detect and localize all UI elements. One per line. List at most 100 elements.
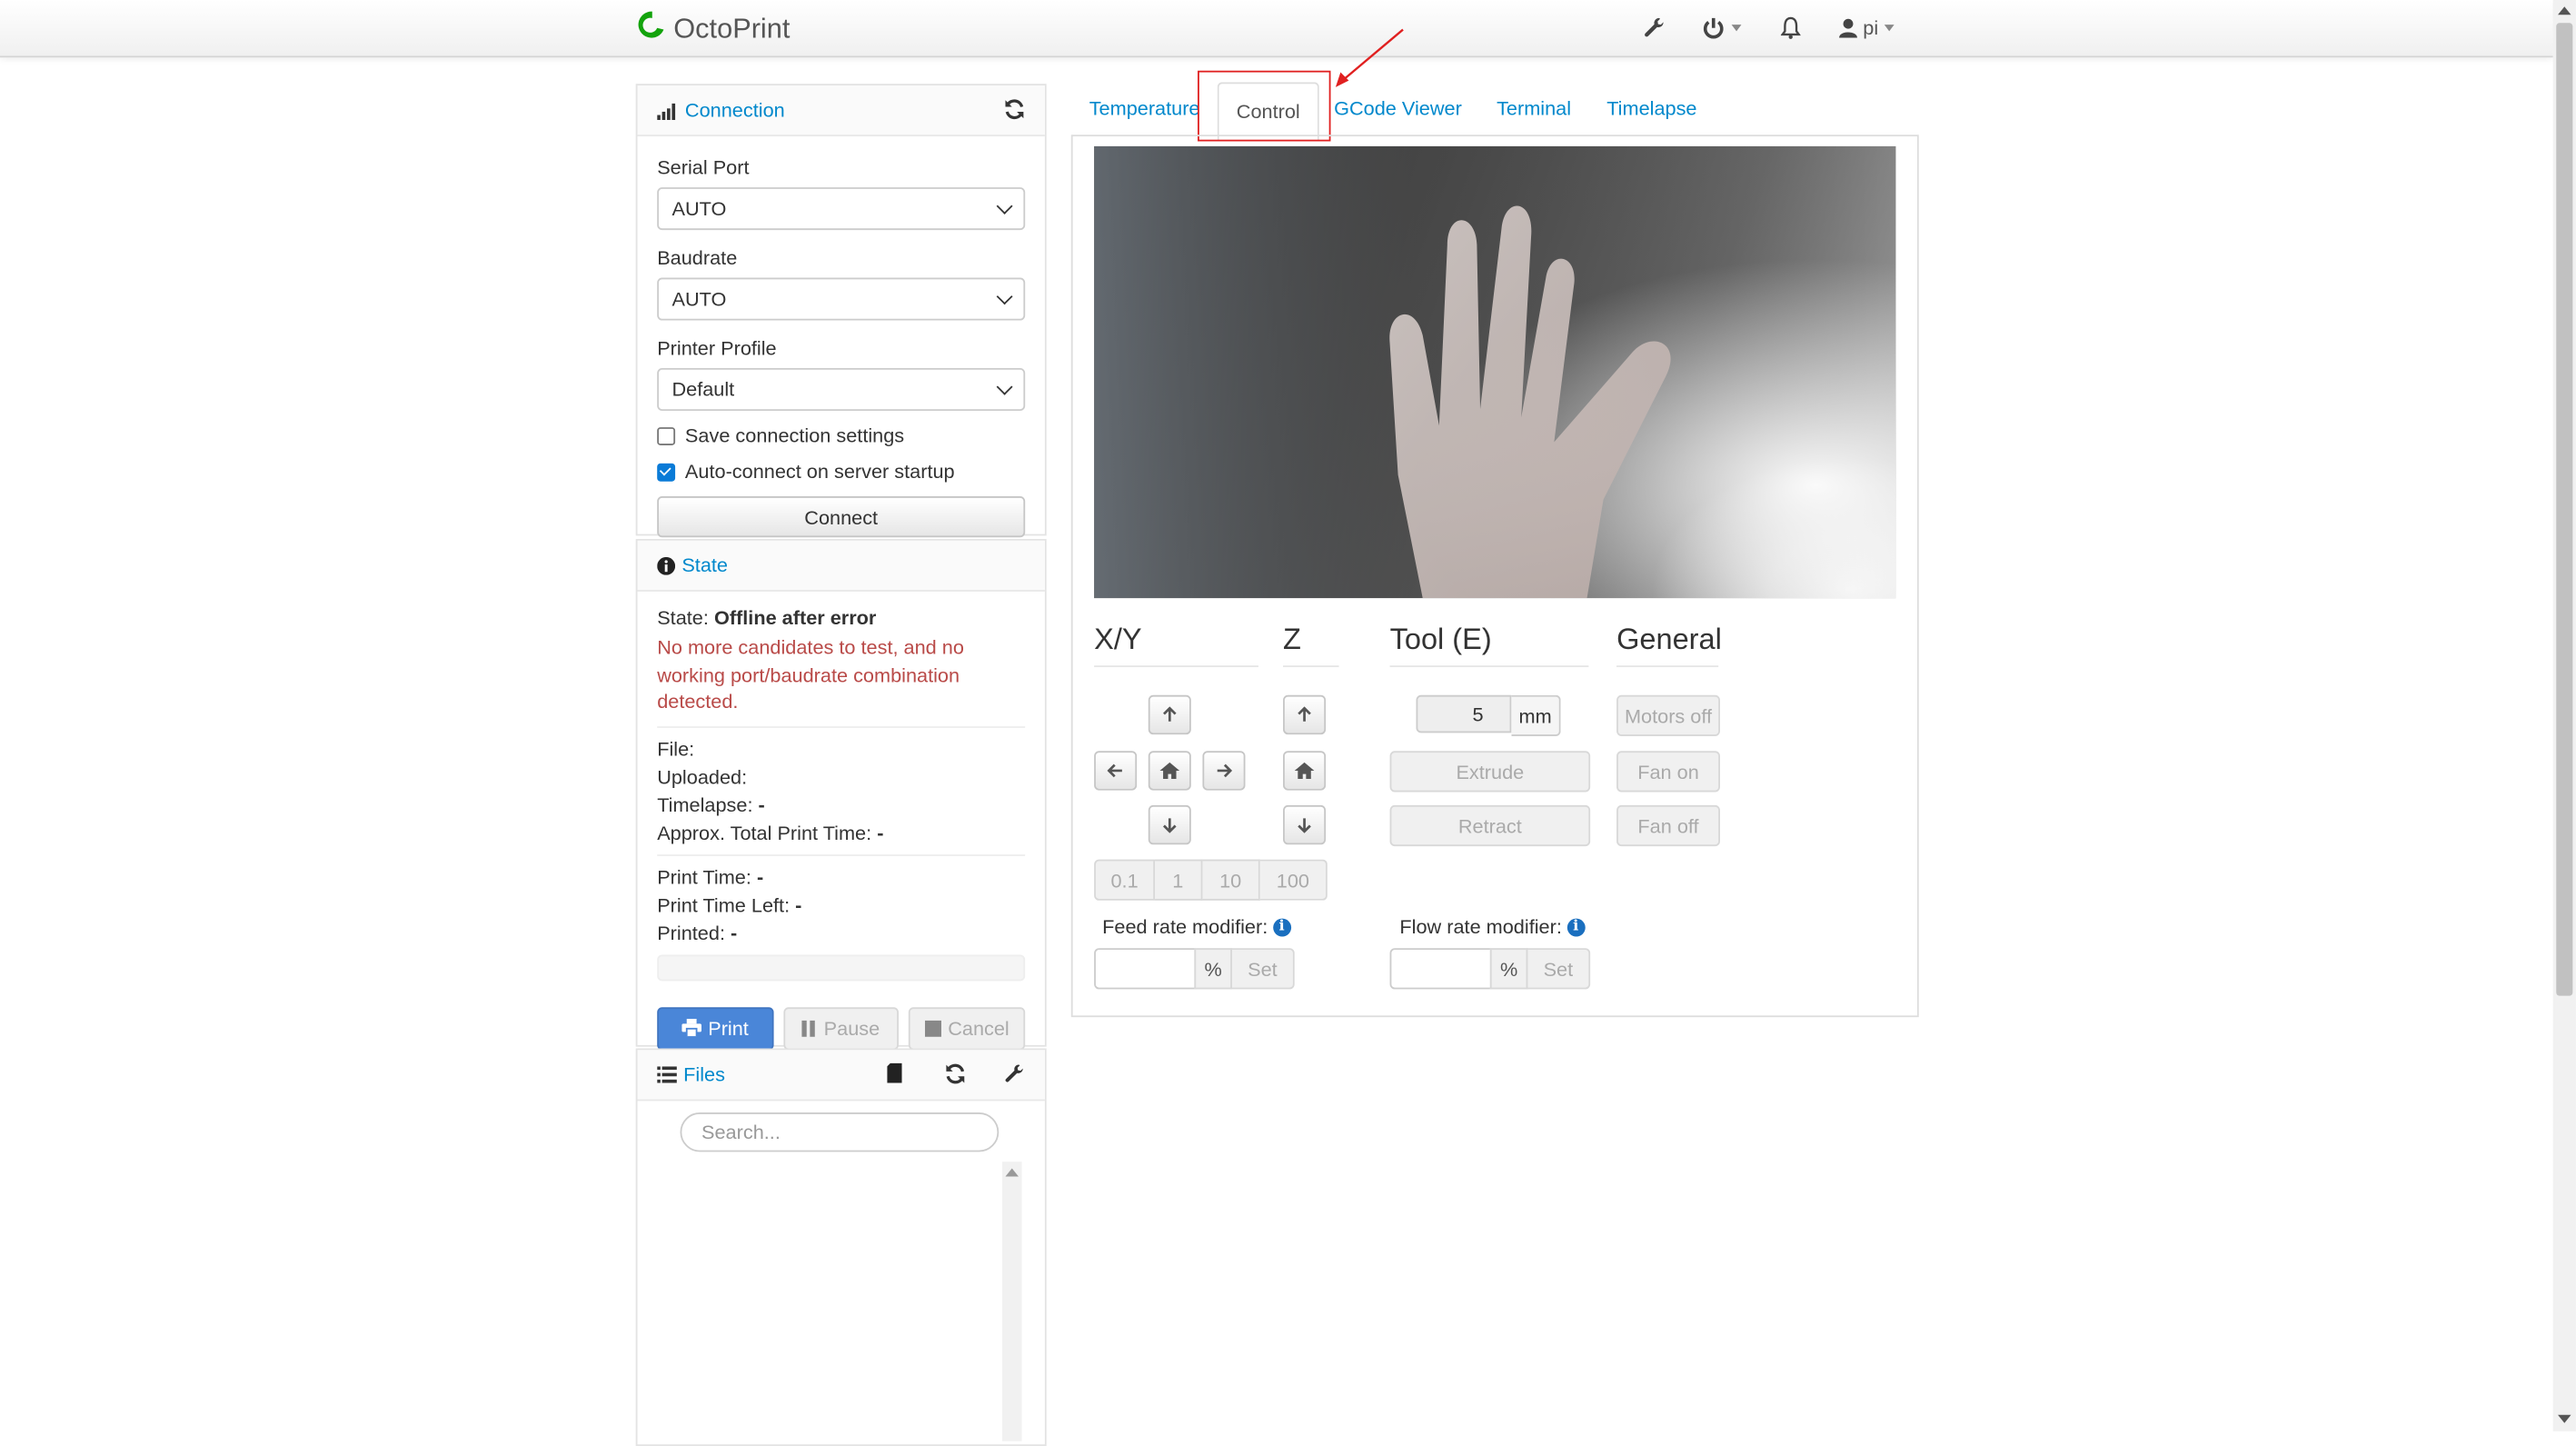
state-header[interactable]: State: [637, 540, 1045, 592]
timelapse-line: Timelapse: -: [657, 793, 765, 816]
connection-title: Connection: [684, 98, 785, 122]
user-menu[interactable]: pi: [1838, 0, 1895, 55]
list-icon: [657, 1066, 677, 1083]
annotation-arrow-icon: [1335, 28, 1404, 87]
home-z-button[interactable]: [1283, 751, 1327, 791]
baudrate-label: Baudrate: [657, 246, 738, 270]
printed-line: Printed: -: [657, 921, 738, 944]
xy-title: X/Y: [1094, 623, 1142, 656]
save-settings-checkbox[interactable]: [657, 426, 676, 445]
save-settings-label: Save connection settings: [684, 424, 905, 447]
files-search-input[interactable]: Search...: [680, 1112, 1000, 1152]
printer-profile-value: Default: [671, 377, 735, 402]
serial-port-label: Serial Port: [657, 155, 750, 180]
flow-rate-label: Flow rate modifier: i: [1399, 915, 1586, 938]
connect-button[interactable]: Connect: [657, 496, 1026, 538]
jog-y-minus-button[interactable]: [1148, 804, 1191, 845]
refresh-files-icon[interactable]: [945, 1063, 967, 1090]
tab-timelapse[interactable]: Timelapse: [1606, 97, 1696, 120]
settings-wrench-icon[interactable]: [1643, 0, 1666, 55]
print-button[interactable]: Print: [657, 1006, 773, 1050]
pause-icon: [802, 1019, 816, 1036]
serial-port-value: AUTO: [671, 196, 727, 221]
brand[interactable]: OctoPrint: [638, 10, 791, 48]
state-error-message: No more candidates to test, and no worki…: [657, 635, 964, 713]
files-search-placeholder: Search...: [701, 1121, 781, 1144]
info-circle-icon: [657, 556, 676, 574]
home-icon: [1294, 762, 1315, 779]
motors-off-button[interactable]: Motors off: [1616, 694, 1720, 736]
signal-icon: [657, 101, 679, 120]
print-time-line: Print Time: -: [657, 864, 764, 889]
flow-rate-percent: %: [1489, 948, 1528, 990]
refresh-icon[interactable]: [1004, 98, 1026, 125]
user-icon: [1839, 18, 1857, 38]
step-1-button[interactable]: 1: [1155, 859, 1203, 901]
page-scrollbar[interactable]: [2552, 0, 2576, 1431]
extrude-amount-input[interactable]: 5: [1416, 694, 1512, 733]
state-title: State: [681, 553, 729, 577]
home-xy-button[interactable]: [1148, 751, 1191, 791]
jog-x-plus-button[interactable]: [1202, 751, 1246, 791]
sd-card-icon[interactable]: [887, 1062, 902, 1088]
arrow-right-icon: [1217, 763, 1232, 778]
chevron-down-icon: [996, 197, 1013, 214]
arrow-left-icon: [1107, 763, 1122, 778]
info-icon[interactable]: i: [1566, 917, 1586, 936]
general-title: General: [1616, 623, 1722, 656]
autoconnect-label: Auto-connect on server startup: [684, 460, 955, 484]
info-icon[interactable]: i: [1272, 917, 1291, 936]
pause-button[interactable]: Pause: [782, 1006, 900, 1050]
chevron-down-icon: [996, 288, 1013, 305]
jog-z-minus-button[interactable]: [1283, 804, 1327, 845]
feed-rate-set-button[interactable]: Set: [1230, 948, 1295, 990]
files-panel: Files Search...: [635, 1048, 1047, 1446]
brand-name: OctoPrint: [673, 12, 791, 44]
printer-profile-select[interactable]: Default: [657, 367, 1026, 411]
chevron-down-icon: [996, 378, 1013, 395]
user-name: pi: [1863, 16, 1879, 40]
progress-bar: [657, 953, 1026, 981]
step-size-group: 0.1 1 10 100: [1094, 859, 1328, 901]
retract-button[interactable]: Retract: [1389, 804, 1591, 847]
step-10-button[interactable]: 10: [1202, 859, 1260, 901]
tool-title: Tool (E): [1389, 623, 1492, 656]
feed-rate-input[interactable]: [1094, 948, 1197, 990]
serial-port-select[interactable]: AUTO: [657, 187, 1026, 231]
connection-header[interactable]: Connection: [637, 85, 1045, 137]
wrench-icon[interactable]: [1004, 1063, 1026, 1090]
tab-gcode-viewer[interactable]: GCode Viewer: [1334, 97, 1462, 120]
step-100-button[interactable]: 100: [1259, 859, 1328, 901]
time-left-line: Print Time Left: -: [657, 893, 802, 916]
feed-rate-label: Feed rate modifier: i: [1102, 915, 1291, 938]
arrow-up-icon: [1163, 706, 1177, 722]
state-status: State: Offline after error: [657, 606, 877, 630]
cancel-button[interactable]: Cancel: [909, 1006, 1026, 1050]
power-menu-icon[interactable]: [1702, 0, 1742, 55]
z-title: Z: [1283, 623, 1301, 656]
file-label: File:: [657, 736, 695, 761]
flow-rate-input[interactable]: [1389, 948, 1492, 990]
tab-terminal[interactable]: Terminal: [1497, 97, 1571, 120]
flow-rate-set-button[interactable]: Set: [1526, 948, 1591, 990]
autoconnect-checkbox[interactable]: [657, 462, 676, 481]
printer-icon: [681, 1018, 701, 1037]
step-0-1-button[interactable]: 0.1: [1094, 859, 1156, 901]
fan-off-button[interactable]: Fan off: [1616, 804, 1720, 847]
files-header[interactable]: Files: [637, 1050, 1045, 1102]
fan-on-button[interactable]: Fan on: [1616, 751, 1720, 793]
extrude-amount-group: 5 mm: [1416, 694, 1561, 736]
uploaded-label: Uploaded:: [657, 764, 748, 788]
extrude-button[interactable]: Extrude: [1389, 751, 1591, 793]
files-list-scrollbar[interactable]: [1001, 1162, 1022, 1441]
files-title: Files: [683, 1062, 725, 1087]
printer-profile-label: Printer Profile: [657, 336, 777, 360]
baudrate-select[interactable]: AUTO: [657, 277, 1026, 321]
jog-y-plus-button[interactable]: [1148, 694, 1191, 735]
jog-x-minus-button[interactable]: [1094, 751, 1138, 791]
navbar: OctoPrint pi: [0, 0, 2553, 58]
arrow-down-icon: [1298, 818, 1311, 833]
tab-temperature[interactable]: Temperature: [1089, 97, 1200, 120]
bell-icon[interactable]: [1780, 0, 1801, 55]
jog-z-plus-button[interactable]: [1283, 694, 1327, 735]
